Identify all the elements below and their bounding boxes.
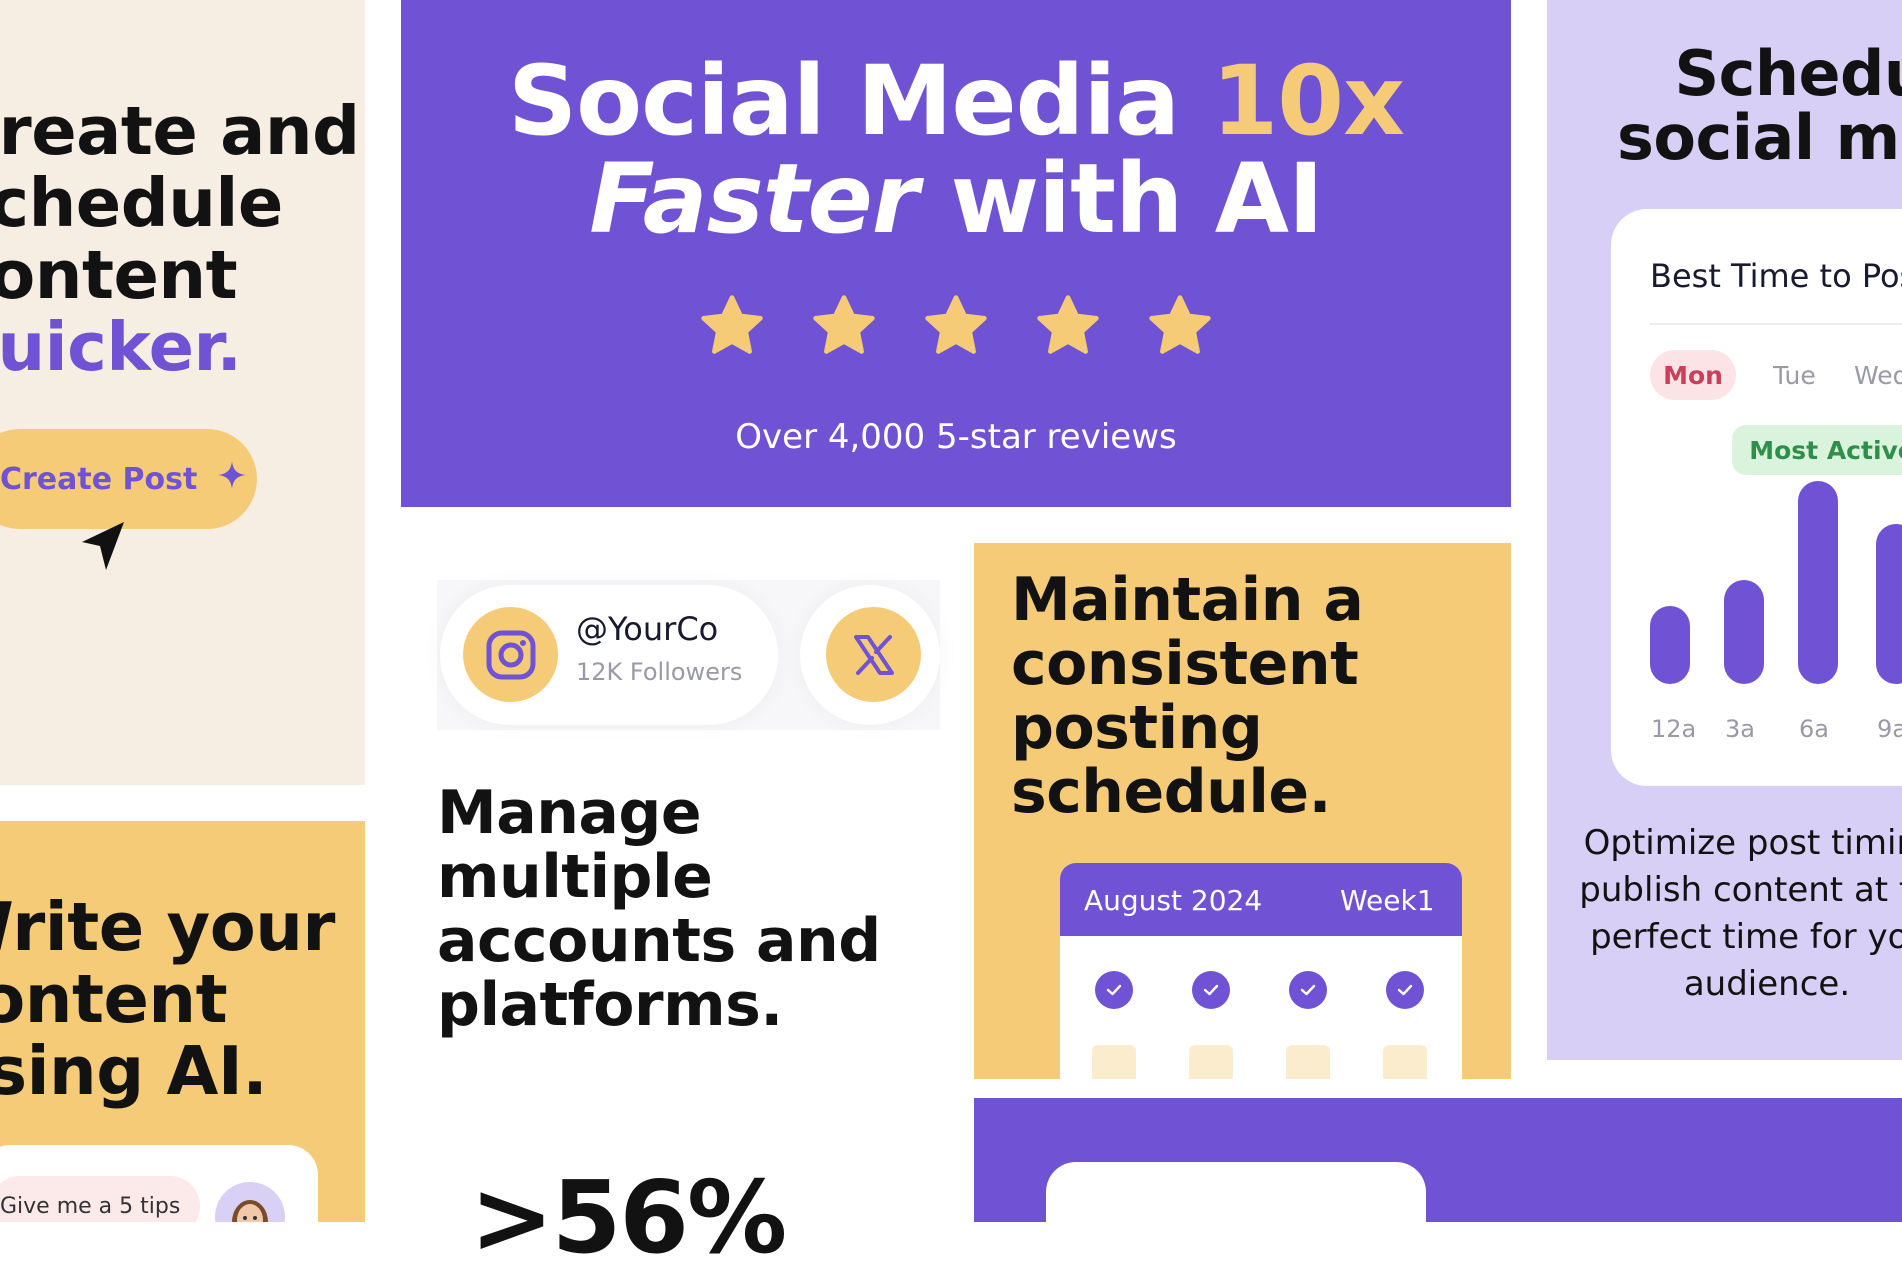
stat-value: >56% — [470, 1159, 787, 1276]
star-icon — [1037, 295, 1099, 354]
best-time-title: Best Time to Post — [1650, 257, 1902, 295]
star-icon — [1149, 295, 1211, 354]
instagram-icon — [463, 607, 558, 702]
tab-tue[interactable]: Tue — [1773, 361, 1816, 390]
schedule-headline-line-1: Schedule — [1674, 37, 1902, 110]
hero-title-accent: 10x — [1211, 45, 1405, 157]
write-headline-line-2: content — [0, 960, 228, 1038]
check-icon — [1095, 971, 1133, 1009]
maintain-headline-line-2: consistent — [1011, 629, 1359, 699]
reviews-text: Over 4,000 5-star reviews — [735, 417, 1177, 457]
write-headline-line-3: using AI. — [0, 1032, 268, 1110]
cursor-arrow-icon — [80, 520, 128, 576]
chart-tick-label: 9a — [1877, 715, 1902, 743]
create-headline-line-3: content — [0, 236, 238, 314]
calendar-week: Week1 — [1340, 884, 1435, 917]
maintain-headline-line-1: Maintain a — [1011, 565, 1364, 635]
x-logo-icon — [826, 607, 921, 702]
check-icon — [1386, 971, 1424, 1009]
chart-tick-label: 3a — [1725, 715, 1755, 743]
calendar-widget: August 2024 Week1 — [1060, 863, 1462, 1079]
create-post-button[interactable]: Create Post — [0, 429, 257, 529]
optimize-line-2: publish content at the — [1579, 870, 1902, 910]
create-headline-line-1: Create and — [0, 92, 360, 170]
most-active-badge: Most Active — [1732, 425, 1902, 475]
create-headline: Create and schedule content quicker. — [0, 95, 360, 383]
chart-tick-label: 12a — [1651, 715, 1697, 743]
optimize-line-1: Optimize post timing, — [1583, 823, 1902, 863]
chart-bar-9a — [1876, 524, 1902, 684]
bottom-inner-panel — [1046, 1162, 1426, 1282]
calendar-month: August 2024 — [1084, 884, 1263, 917]
hero-banner: Social Media 10x Faster with AI Over 4,0… — [401, 0, 1511, 507]
optimize-line-3: perfect time for your — [1590, 917, 1902, 957]
write-headline-line-1: Write your — [0, 888, 335, 966]
schedule-headline: Schedule social media — [1617, 42, 1902, 170]
chart-bar-12a — [1650, 606, 1690, 684]
optimize-line-4: audience. — [1683, 964, 1851, 1004]
divider — [1650, 323, 1902, 325]
account-handle: @YourCo — [576, 610, 719, 648]
create-headline-accent: quicker. — [0, 308, 242, 386]
write-with-ai-card: Write your content using AI. Give me a 5… — [0, 821, 365, 1222]
optimize-description: Optimize post timing, publish content at… — [1547, 820, 1902, 1008]
manage-headline-line-4: platforms. — [437, 970, 783, 1040]
posting-schedule-card: Maintain a consistent posting schedule. … — [974, 543, 1511, 1079]
maintain-headline-line-4: schedule. — [1011, 757, 1331, 827]
check-icon — [1192, 971, 1230, 1009]
manage-headline-line-2: multiple — [437, 842, 713, 912]
schedule-card: Schedule social media Best Time to Post … — [1547, 0, 1902, 1060]
manage-headline-line-1: Manage — [437, 778, 702, 848]
best-time-panel: Best Time to Post Mon Tue Wed Most Activ… — [1611, 209, 1902, 786]
star-icon — [813, 295, 875, 354]
sparkle-icon — [217, 460, 247, 498]
tab-mon[interactable]: Mon — [1650, 350, 1736, 400]
tab-wed[interactable]: Wed — [1854, 361, 1902, 390]
create-headline-line-2: schedule — [0, 164, 283, 242]
calendar-slot — [1189, 1045, 1233, 1079]
check-icon — [1289, 971, 1327, 1009]
write-headline: Write your content using AI. — [0, 891, 335, 1107]
manage-headline-line-3: accounts and — [437, 906, 881, 976]
maintain-headline-line-3: posting — [1011, 693, 1263, 763]
hero-title-italic: Faster — [589, 143, 919, 255]
schedule-headline-line-2: social media — [1617, 101, 1902, 174]
hero-title-part2: with AI — [918, 143, 1323, 255]
hero-title-part1: Social Media — [508, 45, 1212, 157]
chart-bar-6a — [1798, 481, 1838, 684]
calendar-slot — [1092, 1045, 1136, 1079]
bottom-feature-card — [974, 1098, 1902, 1282]
create-content-card: Create and schedule content quicker. Cre… — [0, 0, 365, 785]
account-followers: 12K Followers — [576, 658, 743, 686]
star-icon — [925, 295, 987, 354]
chart-tick-label: 6a — [1799, 715, 1829, 743]
calendar-slot — [1383, 1045, 1427, 1079]
hero-title: Social Media 10x Faster with AI — [401, 52, 1511, 248]
star-icon — [701, 295, 763, 354]
chat-prompt-bubble: Give me a 5 tips — [0, 1176, 200, 1222]
create-post-label: Create Post — [0, 461, 198, 497]
calendar-header: August 2024 Week1 — [1060, 863, 1462, 936]
manage-headline: Manage multiple accounts and platforms. — [437, 781, 881, 1037]
calendar-slot — [1286, 1045, 1330, 1079]
chart-bar-3a — [1724, 580, 1764, 684]
maintain-headline: Maintain a consistent posting schedule. — [1011, 565, 1364, 827]
star-rating — [401, 290, 1511, 362]
